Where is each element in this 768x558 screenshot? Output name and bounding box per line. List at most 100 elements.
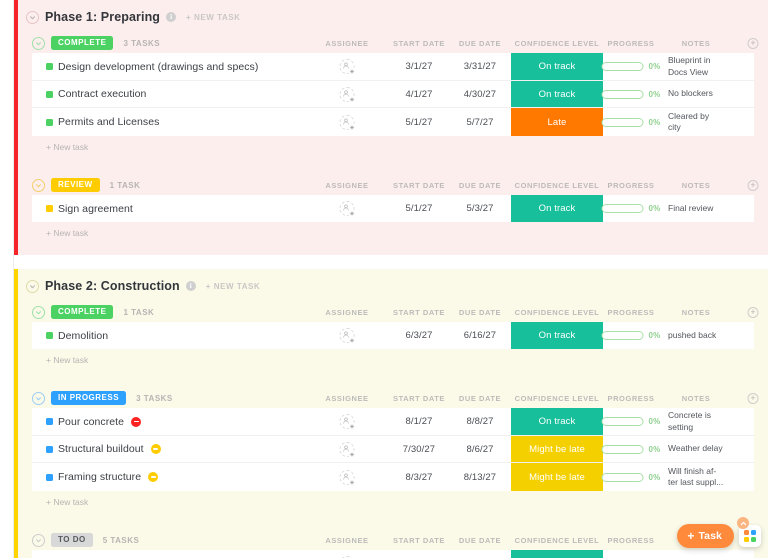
- notes-cell[interactable]: Will finish af- ter last suppl...: [668, 463, 746, 491]
- add-column-button[interactable]: +: [748, 180, 759, 191]
- task-name[interactable]: Structural buildout: [58, 443, 144, 455]
- priority-flag-icon[interactable]: [148, 472, 158, 482]
- group-collapse-caret[interactable]: [32, 179, 45, 192]
- add-new-task-row[interactable]: + New task: [32, 491, 768, 514]
- notes-cell[interactable]: Concrete is setting: [668, 408, 746, 435]
- confidence-level-cell[interactable]: On track: [511, 408, 603, 435]
- start-date-cell[interactable]: 5/1/27: [389, 108, 449, 136]
- start-date-cell[interactable]: 6/3/27: [389, 322, 449, 349]
- due-date-cell[interactable]: 8/6/27: [450, 436, 510, 462]
- start-date-cell[interactable]: 8/1/27: [389, 408, 449, 435]
- due-date-cell[interactable]: 6/16/27: [450, 322, 510, 349]
- add-new-task-row[interactable]: + New task: [32, 136, 768, 159]
- due-date-cell[interactable]: 8/14/27: [450, 550, 510, 558]
- add-column-button[interactable]: +: [748, 393, 759, 404]
- assignee-avatar[interactable]: [340, 87, 355, 102]
- table-row[interactable]: Sign agreement 5/1/275/3/27On track0% Fina…: [32, 195, 754, 222]
- progress-cell[interactable]: 0%: [602, 108, 661, 136]
- priority-flag-icon[interactable]: [131, 417, 141, 427]
- start-date-cell[interactable]: 4/1/27: [389, 81, 449, 107]
- add-column-button[interactable]: +: [748, 38, 759, 49]
- priority-flag-icon[interactable]: [151, 444, 161, 454]
- notes-cell[interactable]: Blueprint in Docs View: [668, 53, 746, 80]
- table-row[interactable]: Contract execution 4/1/274/30/27On track0…: [32, 81, 754, 108]
- group-collapse-caret[interactable]: [32, 306, 45, 319]
- add-new-task-row[interactable]: + New task: [32, 349, 768, 372]
- status-badge[interactable]: TO DO: [51, 533, 93, 547]
- assignee-avatar[interactable]: [340, 470, 355, 485]
- progress-cell[interactable]: 0%: [602, 550, 661, 558]
- table-row[interactable]: Pour concrete 8/1/278/8/27On track0% Concr…: [32, 408, 754, 436]
- page-scrollbar[interactable]: [764, 0, 768, 558]
- add-task-fab[interactable]: + Task: [677, 524, 734, 548]
- notes-cell[interactable]: -: [668, 550, 746, 558]
- assignee-avatar[interactable]: [340, 59, 355, 74]
- confidence-level-cell[interactable]: On track: [511, 53, 603, 80]
- confidence-level-cell[interactable]: Might be late: [511, 463, 603, 491]
- add-new-task-row[interactable]: + New task: [32, 222, 768, 245]
- confidence-level-cell[interactable]: On track: [511, 550, 603, 558]
- task-name[interactable]: Contract execution: [58, 88, 146, 100]
- assignee-avatar[interactable]: [340, 201, 355, 216]
- notes-cell[interactable]: Final review: [668, 195, 746, 222]
- progress-cell[interactable]: 0%: [602, 322, 661, 349]
- due-date-cell[interactable]: 3/31/27: [450, 53, 510, 80]
- assignee-avatar[interactable]: [340, 328, 355, 343]
- progress-cell[interactable]: 0%: [602, 195, 661, 222]
- assignee-avatar[interactable]: [340, 414, 355, 429]
- due-date-cell[interactable]: 5/3/27: [450, 195, 510, 222]
- table-row[interactable]: Framing structure 8/3/278/13/27Might be l…: [32, 463, 754, 491]
- notes-cell[interactable]: Weather delay: [668, 436, 746, 462]
- assignee-avatar[interactable]: [340, 442, 355, 457]
- table-row[interactable]: Inspection8/9/278/14/27On track0%-: [32, 550, 754, 558]
- table-row[interactable]: Permits and Licenses 5/1/275/7/27Late0%Cl…: [32, 108, 754, 136]
- task-name[interactable]: Design development (drawings and specs): [58, 61, 258, 73]
- status-badge[interactable]: COMPLETE: [51, 36, 113, 50]
- group-collapse-caret[interactable]: [32, 392, 45, 405]
- start-date-cell[interactable]: 8/3/27: [389, 463, 449, 491]
- progress-cell[interactable]: 0%: [602, 408, 661, 435]
- task-name[interactable]: Permits and Licenses: [58, 116, 159, 128]
- info-icon[interactable]: i: [186, 281, 196, 291]
- confidence-level-cell[interactable]: On track: [511, 195, 603, 222]
- add-column-button[interactable]: +: [748, 307, 759, 318]
- phase-new-task-link[interactable]: + NEW TASK: [206, 282, 260, 291]
- group-collapse-caret[interactable]: [32, 37, 45, 50]
- task-name[interactable]: Sign agreement: [58, 203, 133, 215]
- status-badge[interactable]: COMPLETE: [51, 305, 113, 319]
- due-date-cell[interactable]: 4/30/27: [450, 81, 510, 107]
- fab-collapse-icon[interactable]: [737, 517, 749, 529]
- notes-cell[interactable]: pushed back: [668, 322, 746, 349]
- progress-cell[interactable]: 0%: [602, 463, 661, 491]
- due-date-cell[interactable]: 5/7/27: [450, 108, 510, 136]
- start-date-cell[interactable]: 5/1/27: [389, 195, 449, 222]
- phase-collapse-caret[interactable]: [26, 11, 39, 24]
- notes-cell[interactable]: Cleared by city: [668, 108, 746, 136]
- progress-cell[interactable]: 0%: [602, 436, 661, 462]
- table-row[interactable]: Structural buildout 7/30/278/6/27Might be…: [32, 436, 754, 463]
- progress-cell[interactable]: 0%: [602, 81, 661, 107]
- phase-new-task-link[interactable]: + NEW TASK: [186, 13, 240, 22]
- table-row[interactable]: Demolition 6/3/276/16/27On track0% pushed …: [32, 322, 754, 349]
- start-date-cell[interactable]: 3/1/27: [389, 53, 449, 80]
- confidence-level-cell[interactable]: On track: [511, 322, 603, 349]
- status-badge[interactable]: REVIEW: [51, 178, 100, 192]
- phase-collapse-caret[interactable]: [26, 280, 39, 293]
- progress-cell[interactable]: 0%: [602, 53, 661, 80]
- confidence-level-cell[interactable]: Late: [511, 108, 603, 136]
- confidence-level-cell[interactable]: Might be late: [511, 436, 603, 462]
- group-collapse-caret[interactable]: [32, 534, 45, 547]
- start-date-cell[interactable]: 8/9/27: [389, 550, 449, 558]
- task-name[interactable]: Pour concrete: [58, 416, 124, 428]
- table-row[interactable]: Design development (drawings and specs) 3…: [32, 53, 754, 81]
- info-icon[interactable]: i: [166, 12, 176, 22]
- confidence-level-cell[interactable]: On track: [511, 81, 603, 107]
- due-date-cell[interactable]: 8/8/27: [450, 408, 510, 435]
- due-date-cell[interactable]: 8/13/27: [450, 463, 510, 491]
- task-name[interactable]: Framing structure: [58, 471, 141, 483]
- start-date-cell[interactable]: 7/30/27: [389, 436, 449, 462]
- task-name[interactable]: Demolition: [58, 330, 108, 342]
- status-badge[interactable]: IN PROGRESS: [51, 391, 126, 405]
- assignee-avatar[interactable]: [340, 115, 355, 130]
- notes-cell[interactable]: No blockers: [668, 81, 746, 107]
